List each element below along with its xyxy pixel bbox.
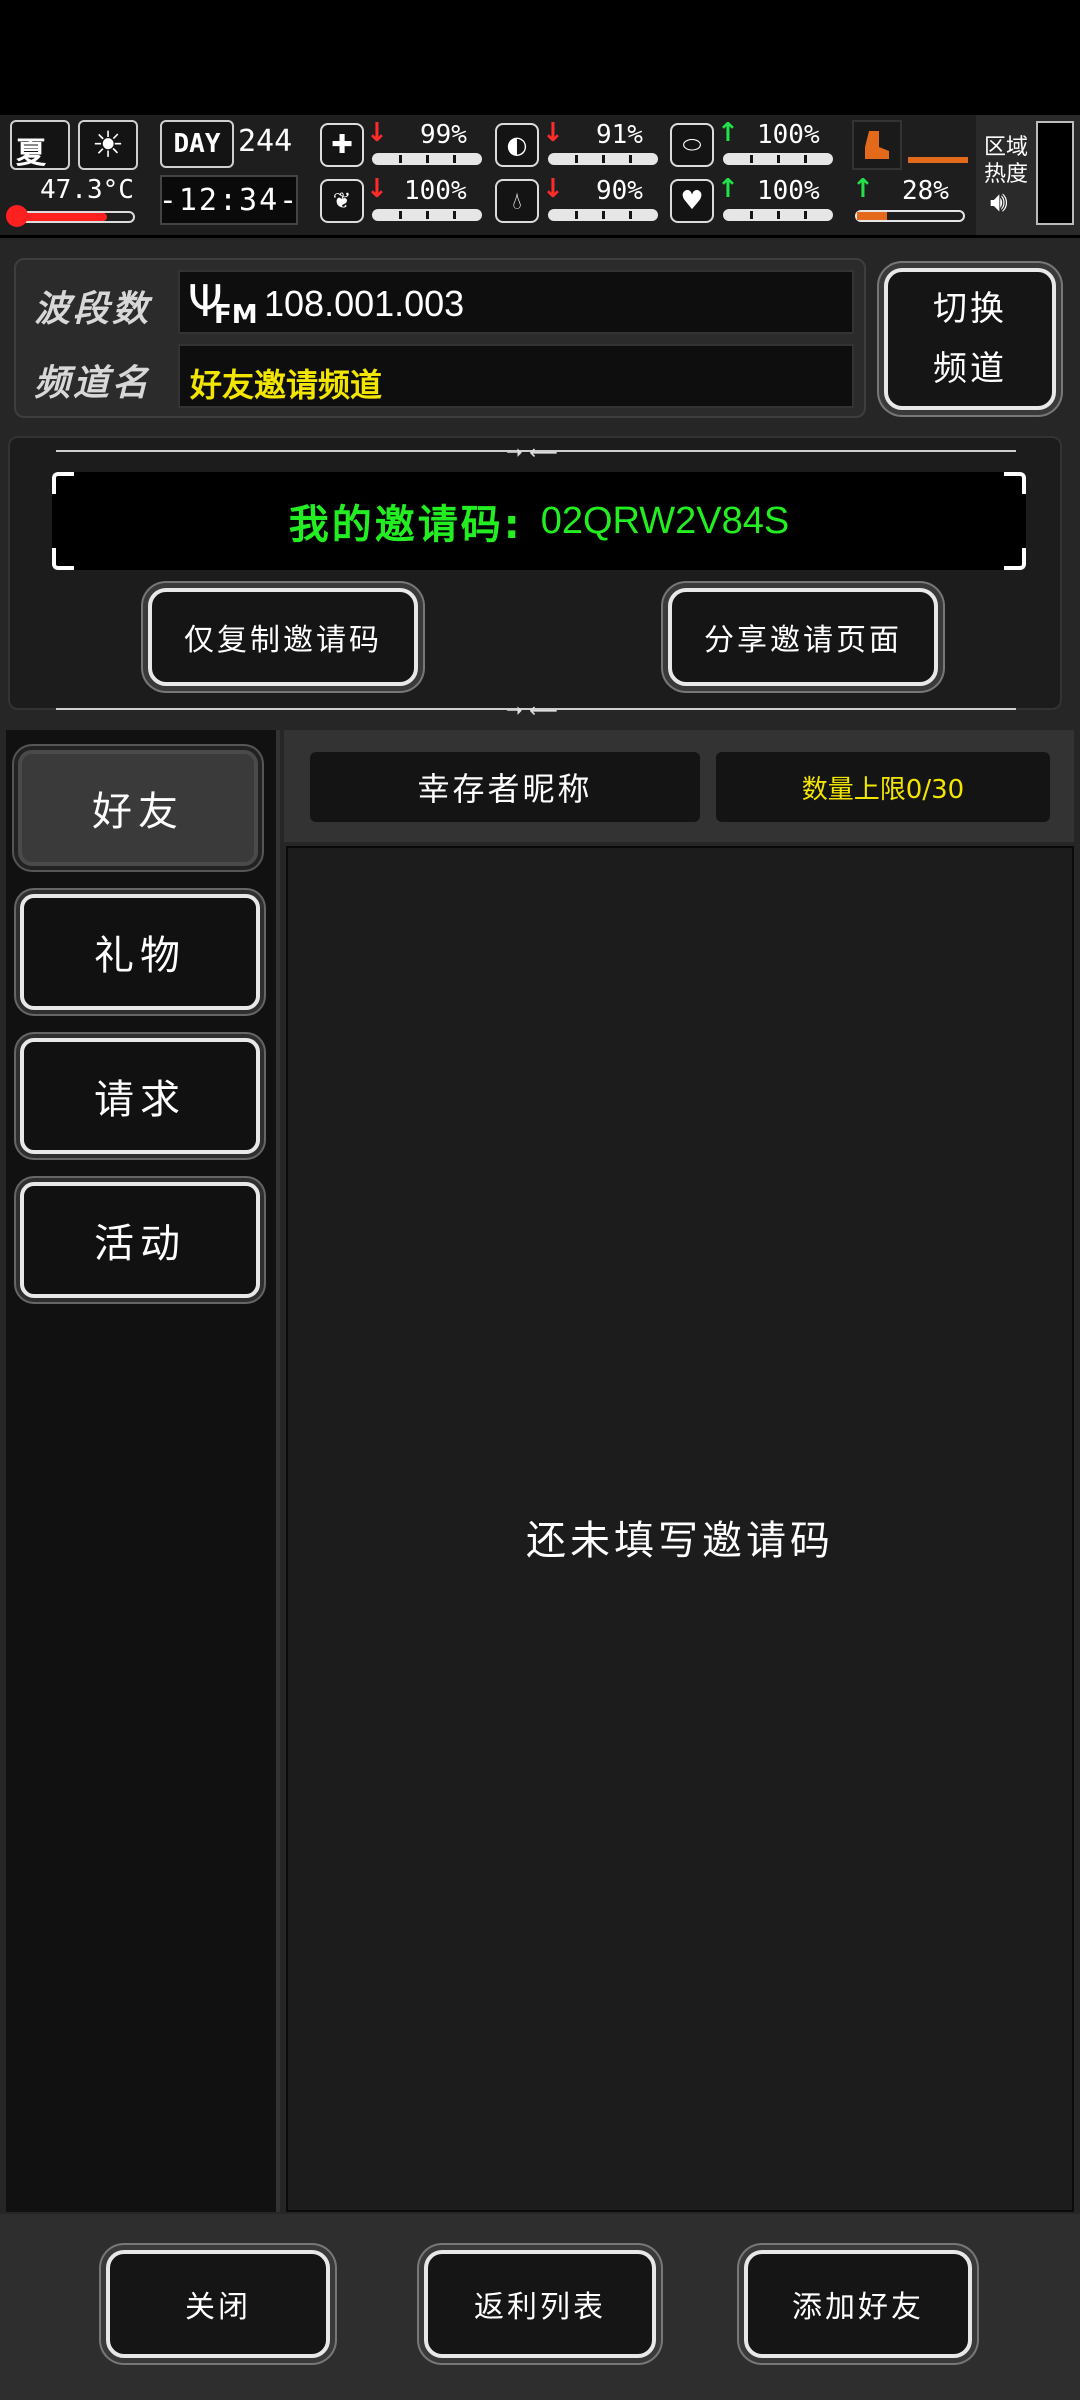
mental-value: 100% bbox=[404, 176, 467, 206]
season-badge: 夏 bbox=[10, 120, 70, 171]
share-invite-page-button[interactable]: 分享邀请页面 bbox=[668, 588, 938, 686]
divider-arrows-bottom-icon: ➝ ⟵ bbox=[506, 698, 558, 722]
health-value: 99% bbox=[420, 120, 467, 150]
clock: -12:34- bbox=[158, 175, 300, 225]
stamina-trend-up-icon: ↑ bbox=[852, 174, 874, 204]
column-limit: 数量上限0/30 bbox=[716, 752, 1050, 822]
thirst-trend-down-icon: ↓ bbox=[542, 174, 564, 204]
health-trend-down-icon: ↓ bbox=[366, 118, 388, 148]
status-bar: 夏 ☀ 47.3°C DAY 244 -12:34- ✚ ↓ 99% ◐ ↓ 9… bbox=[0, 115, 1080, 235]
friend-list[interactable]: 还未填写邀请码 bbox=[286, 846, 1074, 2212]
medkit-icon: ✚ bbox=[320, 123, 364, 167]
band-prefix: FM bbox=[214, 300, 258, 330]
switch-channel-button[interactable]: 切换 频道 bbox=[884, 268, 1056, 410]
tab-friends-label: 好友 bbox=[92, 789, 184, 835]
temperature-gauge bbox=[10, 211, 135, 223]
empty-list-message: 还未填写邀请码 bbox=[526, 1518, 834, 1564]
add-friend-label: 添加好友 bbox=[792, 2290, 924, 2325]
mental-bar bbox=[372, 209, 482, 221]
heart-icon: ♥ bbox=[670, 179, 714, 223]
tab-requests[interactable]: 请求 bbox=[20, 1038, 260, 1154]
stamina-bar bbox=[855, 210, 965, 222]
column-limit-label: 数量上限0/30 bbox=[801, 774, 965, 805]
hunger-bar bbox=[548, 153, 658, 165]
rebate-list-button[interactable]: 返利列表 bbox=[424, 2250, 656, 2358]
tab-events-label: 活动 bbox=[94, 1221, 186, 1267]
thirst-bar bbox=[548, 209, 658, 221]
close-button[interactable]: 关闭 bbox=[106, 2250, 330, 2358]
heart-trend-up-icon: ↑ bbox=[717, 174, 739, 204]
close-button-label: 关闭 bbox=[185, 2290, 251, 2325]
mood-trend-up-icon: ↑ bbox=[717, 118, 739, 148]
invite-code-box: 我的邀请码: 02QRW2V84S bbox=[52, 472, 1026, 570]
band-field: Ψ FM 108.001.003 bbox=[178, 270, 854, 334]
season-label: 夏 bbox=[16, 136, 46, 171]
tab-gifts-label: 礼物 bbox=[94, 933, 186, 979]
temperature-value: 47.3°C bbox=[40, 175, 134, 205]
pill-icon: ⬭ bbox=[670, 123, 714, 167]
tab-events[interactable]: 活动 bbox=[20, 1182, 260, 1298]
stamina-indicator bbox=[908, 157, 968, 163]
zone-heat-meter bbox=[1036, 121, 1074, 225]
invite-code-label: 我的邀请码: bbox=[288, 502, 523, 548]
mood-bar bbox=[723, 153, 833, 165]
zone-heat-panel[interactable]: 区域 热度 🔊︎ bbox=[976, 115, 1080, 235]
brain-icon: ❦ bbox=[320, 179, 364, 223]
column-survivor-name-label: 幸存者昵称 bbox=[417, 770, 593, 808]
water-drop-icon: 💧︎ bbox=[495, 179, 539, 223]
radio-panel: 波段数 Ψ FM 108.001.003 频道名 好友邀请频道 bbox=[14, 258, 866, 418]
switch-channel-label-1: 切换 bbox=[933, 289, 1007, 329]
channel-label: 频道名 bbox=[34, 363, 152, 404]
zone-heat-label-bottom: 热度 bbox=[984, 162, 1029, 187]
thermometer-bulb-icon bbox=[6, 205, 28, 227]
channel-field: 好友邀请频道 bbox=[178, 344, 854, 408]
mood-value: 100% bbox=[757, 120, 820, 150]
stamina-value: 28% bbox=[902, 176, 949, 206]
switch-channel-label-2: 频道 bbox=[933, 349, 1007, 389]
day-badge: DAY bbox=[160, 120, 234, 168]
hunger-value: 91% bbox=[596, 120, 643, 150]
speaker-icon[interactable]: 🔊︎ bbox=[990, 185, 1008, 219]
heart-value: 100% bbox=[757, 176, 820, 206]
add-friend-button[interactable]: 添加好友 bbox=[744, 2250, 972, 2358]
stomach-icon: ◐ bbox=[495, 123, 539, 167]
day-label: DAY bbox=[173, 129, 221, 159]
rebate-list-label: 返利列表 bbox=[474, 2290, 606, 2325]
divider-arrows-top-icon: ➝ ⟵ bbox=[506, 440, 558, 464]
mental-trend-down-icon: ↓ bbox=[366, 174, 388, 204]
boot-icon bbox=[852, 120, 902, 170]
copy-invite-code-button[interactable]: 仅复制邀请码 bbox=[148, 588, 418, 686]
band-label: 波段数 bbox=[34, 289, 152, 330]
tab-friends[interactable]: 好友 bbox=[18, 750, 258, 866]
sun-icon: ☀ bbox=[78, 120, 138, 170]
hunger-trend-down-icon: ↓ bbox=[542, 118, 564, 148]
tab-requests-label: 请求 bbox=[94, 1077, 186, 1123]
health-bar bbox=[372, 153, 482, 165]
heart-bar bbox=[723, 209, 833, 221]
share-invite-page-label: 分享邀请页面 bbox=[704, 623, 902, 658]
clock-time: -12:34- bbox=[158, 182, 300, 218]
tab-gifts[interactable]: 礼物 bbox=[20, 894, 260, 1010]
invite-panel: ➝ ⟵ 我的邀请码: 02QRW2V84S 仅复制邀请码 分享邀请页面 ➝ ⟵ bbox=[8, 436, 1062, 722]
day-number: 244 bbox=[238, 124, 293, 159]
column-survivor-name: 幸存者昵称 bbox=[310, 752, 700, 822]
copy-invite-code-label: 仅复制邀请码 bbox=[184, 623, 382, 658]
list-header: 幸存者昵称 数量上限0/30 bbox=[284, 730, 1074, 842]
band-value: 108.001.003 bbox=[264, 283, 465, 324]
channel-value: 好友邀请频道 bbox=[190, 366, 383, 404]
invite-code-value[interactable]: 02QRW2V84S bbox=[541, 500, 790, 543]
thirst-value: 90% bbox=[596, 176, 643, 206]
